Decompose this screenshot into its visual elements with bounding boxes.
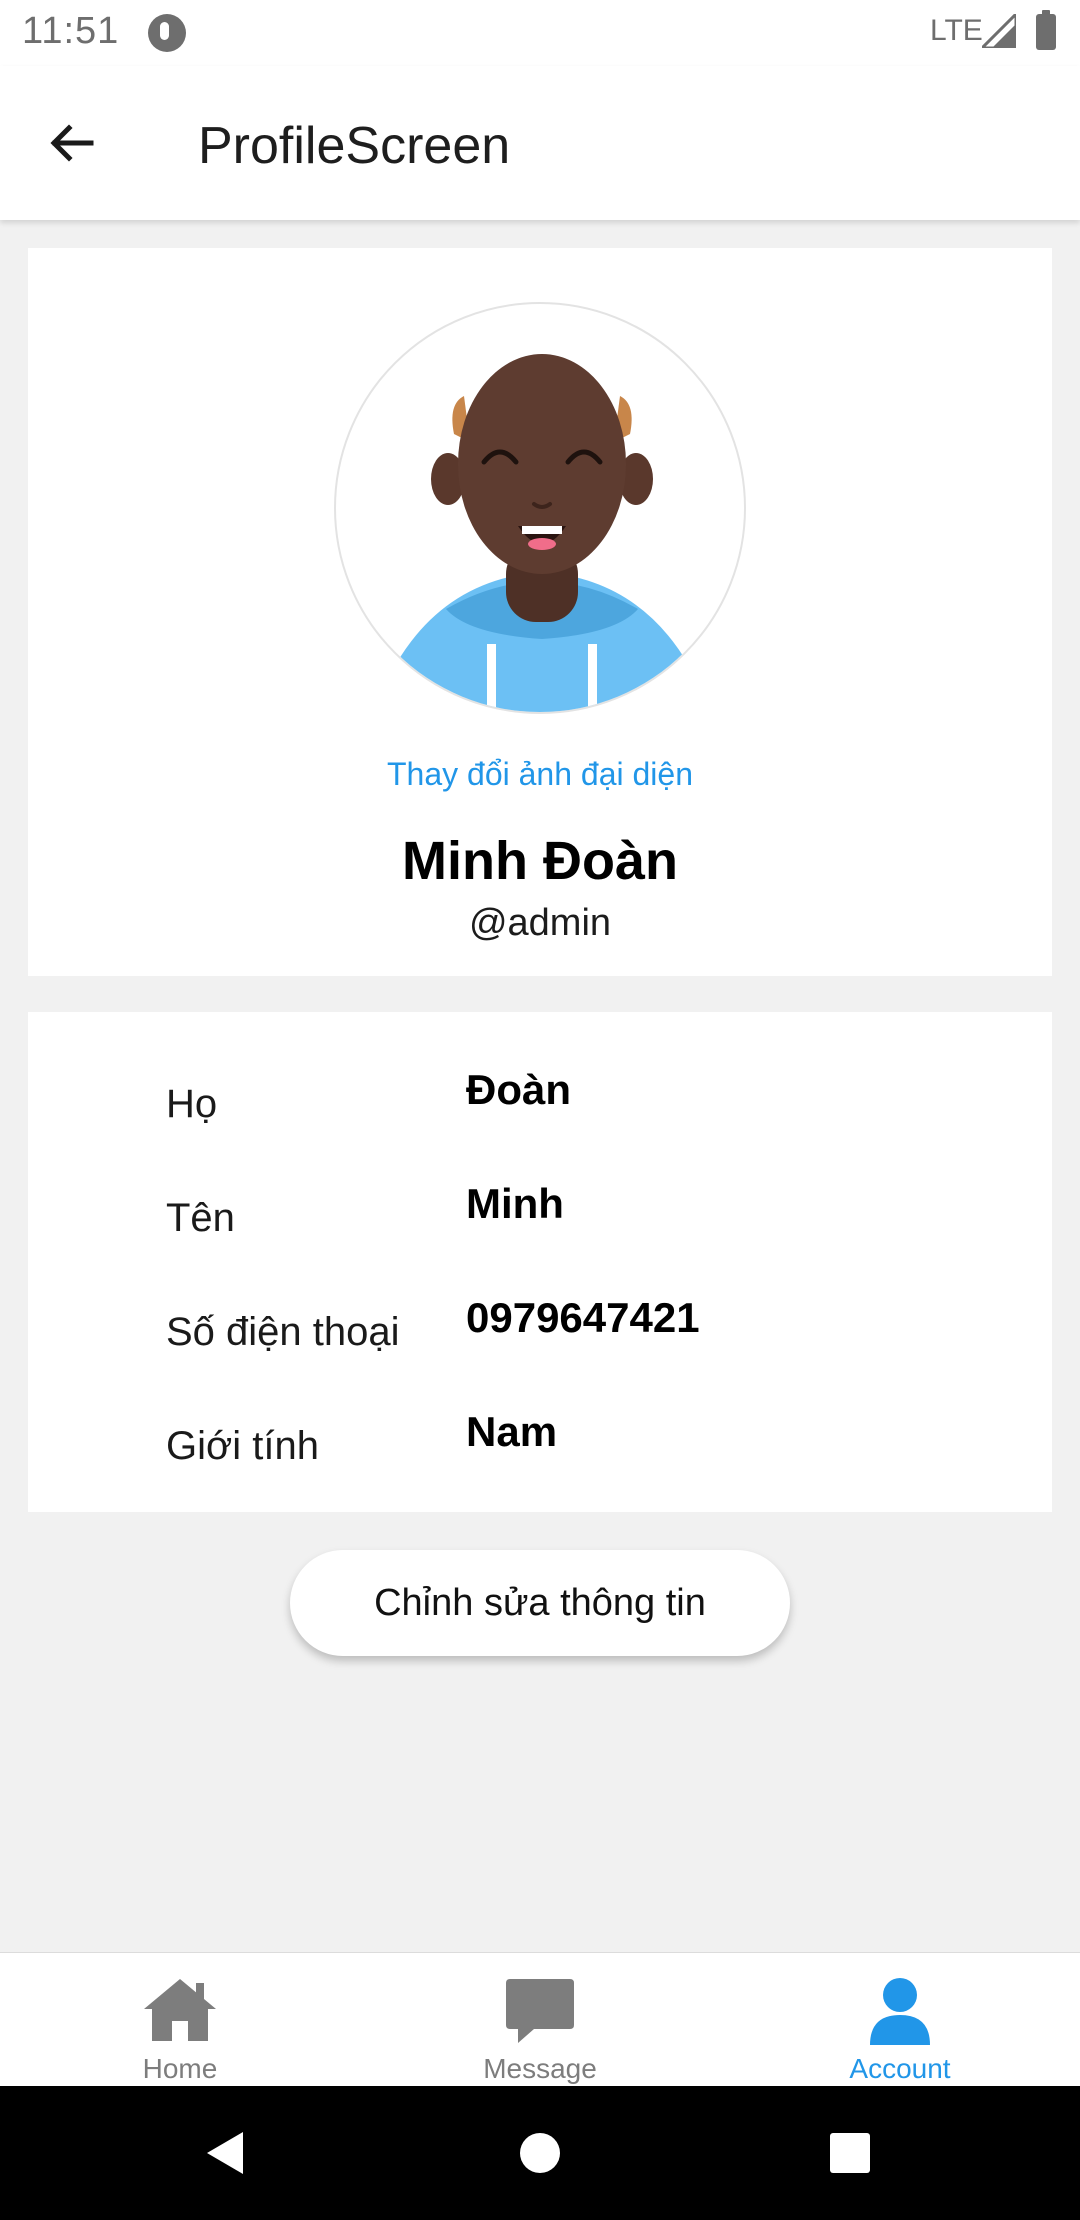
profile-name: Minh Đoàn xyxy=(402,831,678,891)
info-value: Minh xyxy=(466,1180,564,1227)
info-row-gender: Giới tính Nam xyxy=(28,1408,1052,1508)
info-row-phone: Số điện thoại 0979647421 xyxy=(28,1294,1052,1394)
nav-label-account: Account xyxy=(849,2053,951,2084)
system-back-button[interactable] xyxy=(166,2086,286,2220)
nav-item-home[interactable]: Home xyxy=(0,1953,360,2087)
circle-home-icon xyxy=(520,2133,560,2173)
status-bar: 11:51 LTE xyxy=(0,0,1080,66)
network-type: LTE xyxy=(930,14,983,47)
system-recents-button[interactable] xyxy=(790,2086,910,2220)
system-nav-bar xyxy=(0,2086,1080,2220)
nav-item-account[interactable]: Account xyxy=(720,1953,1080,2087)
info-card: Họ Đoàn Tên Minh Số điện thoại 097964742… xyxy=(28,1012,1052,1512)
info-value: 0979647421 xyxy=(466,1294,700,1341)
battery-icon xyxy=(1036,10,1056,50)
avatar[interactable] xyxy=(334,302,746,714)
signal-icon xyxy=(982,14,1016,48)
avatar-illustration xyxy=(396,354,688,712)
nav-label-home: Home xyxy=(142,2053,218,2084)
info-value: Nam xyxy=(466,1408,558,1455)
info-row-last-name: Họ Đoàn xyxy=(28,1066,1052,1166)
page-title: ProfileScreen xyxy=(198,117,511,175)
arrow-left-icon xyxy=(50,124,94,162)
nav-item-message[interactable]: Message xyxy=(360,1953,720,2087)
account-icon xyxy=(870,1978,930,2045)
info-value: Đoàn xyxy=(466,1066,571,1113)
info-label: Giới tính xyxy=(166,1424,319,1468)
bottom-nav: Home Message Account xyxy=(0,1952,1080,2086)
triangle-back-icon xyxy=(207,2132,243,2174)
info-label: Tên xyxy=(166,1196,235,1240)
profile-username: @admin xyxy=(468,902,612,944)
info-label: Số điện thoại xyxy=(166,1310,400,1354)
nav-label-message: Message xyxy=(483,2053,597,2084)
back-button[interactable] xyxy=(38,110,104,176)
system-home-button[interactable] xyxy=(480,2086,600,2220)
info-row-first-name: Tên Minh xyxy=(28,1180,1052,1280)
profile-card: Thay đổi ảnh đại diện Minh Đoàn @admin xyxy=(28,248,1052,976)
home-icon xyxy=(144,1979,216,2041)
square-recents-icon xyxy=(830,2133,870,2173)
edit-profile-button[interactable]: Chỉnh sửa thông tin xyxy=(290,1550,790,1656)
change-avatar-link[interactable]: Thay đổi ảnh đại diện xyxy=(28,756,1052,793)
notification-app-icon xyxy=(148,14,186,52)
message-icon xyxy=(506,1979,574,2043)
app-bar: ProfileScreen xyxy=(0,66,1080,220)
info-label: Họ xyxy=(166,1082,218,1126)
status-time: 11:51 xyxy=(22,10,120,52)
